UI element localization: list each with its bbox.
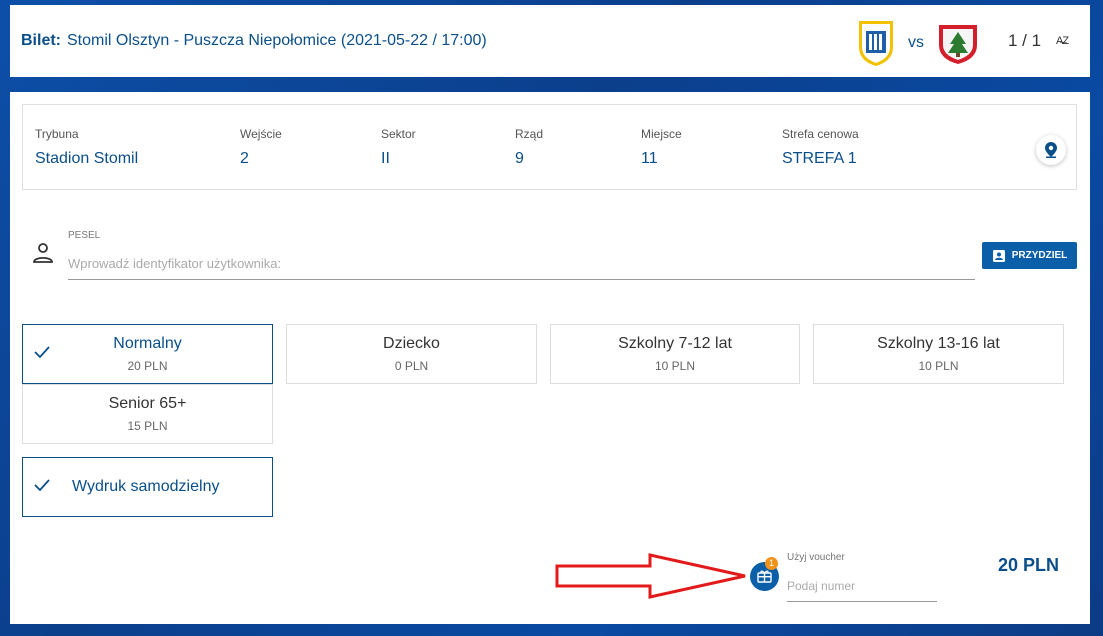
print-option-self[interactable]: Wydruk samodzielny	[22, 457, 273, 517]
detail-key: Strefa cenowa	[782, 127, 859, 141]
ticket-type-name: Normalny	[113, 335, 182, 352]
detail-value: Stadion Stomil	[35, 150, 139, 167]
assign-button[interactable]: PRZYDZIEL	[982, 242, 1077, 269]
ticket-type-dziecko[interactable]: Dziecko 0 PLN	[286, 324, 537, 384]
ticket-type-name: Dziecko	[383, 335, 440, 352]
match-title: Stomil Olsztyn - Puszcza Niepołomice (20…	[67, 32, 487, 49]
detail-stand: Trybuna Stadion Stomil	[35, 127, 138, 168]
voucher-count-badge: 1	[765, 557, 778, 570]
puszcza-logo	[939, 25, 977, 64]
ticket-type-price: 20 PLN	[127, 359, 168, 373]
stomil-logo	[859, 21, 893, 66]
detail-key: Rząd	[515, 127, 544, 141]
check-icon	[34, 479, 50, 492]
total-price: 20 PLN	[998, 555, 1060, 575]
voucher-label: Użyj voucher	[787, 552, 845, 563]
detail-key: Sektor	[381, 127, 416, 141]
assign-user-icon	[992, 249, 1005, 262]
ticket-type-senior[interactable]: Senior 65+ 15 PLN	[22, 384, 273, 444]
pesel-input[interactable]	[68, 248, 975, 280]
detail-seat: Miejsce 11	[641, 127, 682, 168]
ticket-type-szkolny-13-16[interactable]: Szkolny 13-16 lat 10 PLN	[813, 324, 1064, 384]
ticket-counter: 1 / 1	[1008, 31, 1042, 50]
map-pin-icon	[1045, 142, 1057, 158]
ticket-type-name: Szkolny 7-12 lat	[618, 335, 732, 352]
annotation-arrow-icon	[555, 553, 746, 599]
ticket-type-name: Szkolny 13-16 lat	[877, 335, 1000, 352]
detail-row: Rząd 9	[515, 127, 543, 168]
sort-az-icon[interactable]: A̶Z	[1056, 35, 1069, 47]
ticket-type-name: Senior 65+	[108, 395, 187, 412]
detail-sector: Sektor II	[381, 127, 416, 168]
pesel-field: PESEL	[30, 230, 980, 285]
detail-key: Trybuna	[35, 127, 79, 141]
seat-details: Trybuna Stadion Stomil Wejście 2 Sektor …	[22, 104, 1077, 190]
ticket-type-price: 10 PLN	[918, 359, 959, 373]
ticket-header: Bilet: Stomil Olsztyn - Puszcza Niepołom…	[10, 5, 1090, 77]
pesel-label: PESEL	[68, 230, 101, 241]
ticket-type-price: 0 PLN	[394, 359, 429, 373]
detail-key: Miejsce	[641, 127, 682, 141]
detail-key: Wejście	[240, 127, 282, 141]
detail-value: II	[381, 150, 390, 167]
detail-entrance: Wejście 2	[240, 127, 282, 168]
ticket-type-szkolny-7-12[interactable]: Szkolny 7-12 lat 10 PLN	[550, 324, 800, 384]
location-button[interactable]	[1036, 135, 1066, 165]
ticket-type-price: 10 PLN	[654, 359, 696, 373]
person-icon	[33, 243, 53, 263]
detail-value: 9	[515, 150, 524, 167]
ticket-type-normalny[interactable]: Normalny 20 PLN	[22, 324, 273, 384]
check-icon	[34, 346, 50, 359]
print-option-label: Wydruk samodzielny	[72, 478, 220, 495]
detail-value: 11	[641, 150, 658, 167]
voucher-icon	[757, 570, 772, 583]
detail-price-zone: Strefa cenowa STREFA 1	[782, 127, 859, 168]
assign-button-label: PRZYDZIEL	[1011, 250, 1068, 261]
ticket-type-price: 15 PLN	[127, 419, 168, 433]
voucher-input[interactable]	[787, 570, 937, 602]
detail-value: STREFA 1	[782, 150, 857, 167]
ticket-label: Bilet:	[21, 32, 61, 49]
ticket-panel: Trybuna Stadion Stomil Wejście 2 Sektor …	[10, 92, 1090, 624]
detail-value: 2	[240, 150, 249, 167]
vs-label: vs	[908, 34, 924, 51]
